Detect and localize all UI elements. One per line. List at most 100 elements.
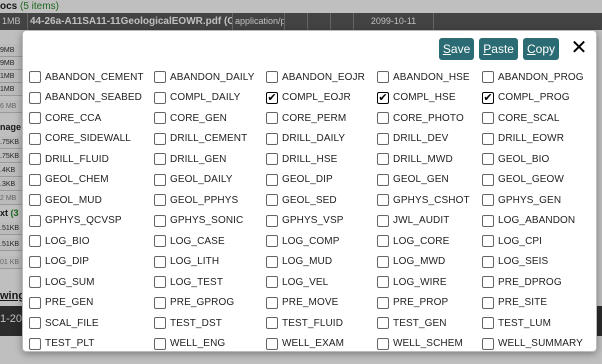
- document-type-option[interactable]: TEST_DST: [154, 313, 266, 334]
- checkbox-unchecked[interactable]: [154, 235, 166, 248]
- checkbox-unchecked[interactable]: [29, 214, 41, 227]
- document-type-option[interactable]: WELL_ENG: [154, 334, 266, 355]
- document-type-option[interactable]: GEOL_BIO: [482, 149, 587, 170]
- document-type-option[interactable]: GPHYS_QCVSP: [29, 211, 154, 232]
- document-type-option[interactable]: DRILL_MWD: [377, 149, 482, 170]
- document-type-option[interactable]: LOG_LITH: [154, 252, 266, 273]
- checkbox-unchecked[interactable]: [154, 173, 166, 186]
- checkbox-unchecked[interactable]: [266, 153, 278, 166]
- document-type-option[interactable]: LOG_COMP: [266, 231, 377, 252]
- checkbox-unchecked[interactable]: [266, 235, 278, 248]
- checkbox-unchecked[interactable]: [482, 153, 494, 166]
- checkbox-unchecked[interactable]: [154, 153, 166, 166]
- document-type-option[interactable]: DRILL_FLUID: [29, 149, 154, 170]
- document-type-option[interactable]: LOG_CASE: [154, 231, 266, 252]
- document-type-option[interactable]: LOG_SEIS: [482, 252, 587, 273]
- document-type-option[interactable]: DRILL_DAILY: [266, 129, 377, 150]
- document-type-option[interactable]: GPHYS_CSHOT: [377, 190, 482, 211]
- paste-button[interactable]: Paste: [479, 38, 518, 60]
- checkbox-unchecked[interactable]: [377, 276, 389, 289]
- document-type-option[interactable]: LOG_DIP: [29, 252, 154, 273]
- checkbox-unchecked[interactable]: [377, 255, 389, 268]
- checkbox-unchecked[interactable]: [482, 337, 494, 350]
- document-type-option[interactable]: GEOL_MUD: [29, 190, 154, 211]
- checkbox-unchecked[interactable]: [154, 132, 166, 145]
- document-type-option[interactable]: CORE_PHOTO: [377, 108, 482, 129]
- checkbox-unchecked[interactable]: [29, 112, 41, 125]
- document-type-option[interactable]: LOG_BIO: [29, 231, 154, 252]
- document-type-option[interactable]: GEOL_DIP: [266, 170, 377, 191]
- checkbox-unchecked[interactable]: [266, 214, 278, 227]
- checkbox-unchecked[interactable]: [154, 276, 166, 289]
- document-type-option[interactable]: GPHYS_SONIC: [154, 211, 266, 232]
- document-type-option[interactable]: COMPL_DAILY: [154, 88, 266, 109]
- document-type-option[interactable]: PRE_GPROG: [154, 293, 266, 314]
- checkbox-unchecked[interactable]: [377, 153, 389, 166]
- checkbox-checked[interactable]: [266, 91, 278, 104]
- checkbox-unchecked[interactable]: [266, 337, 278, 350]
- document-type-option[interactable]: PRE_MOVE: [266, 293, 377, 314]
- checkbox-unchecked[interactable]: [29, 91, 41, 104]
- checkbox-unchecked[interactable]: [266, 276, 278, 289]
- document-type-option[interactable]: LOG_CPI: [482, 231, 587, 252]
- checkbox-unchecked[interactable]: [377, 132, 389, 145]
- document-type-option[interactable]: LOG_MWD: [377, 252, 482, 273]
- copy-button[interactable]: Copy: [522, 38, 559, 60]
- document-type-option[interactable]: LOG_ABANDON: [482, 211, 587, 232]
- checkbox-unchecked[interactable]: [29, 173, 41, 186]
- checkbox-unchecked[interactable]: [154, 91, 166, 104]
- document-type-option[interactable]: CORE_SCAL: [482, 108, 587, 129]
- checkbox-unchecked[interactable]: [377, 317, 389, 330]
- checkbox-unchecked[interactable]: [154, 112, 166, 125]
- document-type-option[interactable]: ABANDON_SEABED: [29, 88, 154, 109]
- checkbox-unchecked[interactable]: [377, 235, 389, 248]
- document-type-option[interactable]: DRILL_GEN: [154, 149, 266, 170]
- checkbox-unchecked[interactable]: [377, 194, 389, 207]
- checkbox-unchecked[interactable]: [154, 296, 166, 309]
- document-type-option[interactable]: LOG_CORE: [377, 231, 482, 252]
- document-type-option[interactable]: DRILL_DEV: [377, 129, 482, 150]
- document-type-option[interactable]: GEOL_GEN: [377, 170, 482, 191]
- checkbox-unchecked[interactable]: [266, 71, 278, 84]
- checkbox-unchecked[interactable]: [266, 296, 278, 309]
- save-button[interactable]: Save: [438, 38, 475, 60]
- checkbox-unchecked[interactable]: [266, 317, 278, 330]
- checkbox-unchecked[interactable]: [154, 194, 166, 207]
- checkbox-unchecked[interactable]: [29, 276, 41, 289]
- checkbox-unchecked[interactable]: [482, 194, 494, 207]
- close-icon[interactable]: ✕: [570, 38, 588, 60]
- checkbox-unchecked[interactable]: [154, 255, 166, 268]
- document-type-option[interactable]: ABANDON_HSE: [377, 67, 482, 88]
- checkbox-checked[interactable]: [377, 91, 389, 104]
- checkbox-unchecked[interactable]: [482, 235, 494, 248]
- checkbox-unchecked[interactable]: [482, 214, 494, 227]
- document-type-option[interactable]: TEST_FLUID: [266, 313, 377, 334]
- checkbox-unchecked[interactable]: [482, 255, 494, 268]
- checkbox-unchecked[interactable]: [29, 71, 41, 84]
- checkbox-unchecked[interactable]: [154, 337, 166, 350]
- checkbox-unchecked[interactable]: [482, 173, 494, 186]
- document-type-option[interactable]: GEOL_GEOW: [482, 170, 587, 191]
- document-type-option[interactable]: JWL_AUDIT: [377, 211, 482, 232]
- checkbox-unchecked[interactable]: [377, 296, 389, 309]
- document-type-option[interactable]: TEST_GEN: [377, 313, 482, 334]
- checkbox-unchecked[interactable]: [29, 337, 41, 350]
- checkbox-unchecked[interactable]: [377, 71, 389, 84]
- document-type-option[interactable]: CORE_SIDEWALL: [29, 129, 154, 150]
- document-type-option[interactable]: PRE_PROP: [377, 293, 482, 314]
- document-type-option[interactable]: GPHYS_GEN: [482, 190, 587, 211]
- document-type-option[interactable]: GEOL_CHEM: [29, 170, 154, 191]
- checkbox-unchecked[interactable]: [377, 214, 389, 227]
- document-type-option[interactable]: ABANDON_EOJR: [266, 67, 377, 88]
- checkbox-unchecked[interactable]: [482, 112, 494, 125]
- document-type-option[interactable]: LOG_WIRE: [377, 272, 482, 293]
- document-type-option[interactable]: GEOL_PPHYS: [154, 190, 266, 211]
- document-type-option[interactable]: COMPL_PROG: [482, 88, 587, 109]
- checkbox-unchecked[interactable]: [154, 214, 166, 227]
- document-type-option[interactable]: LOG_SUM: [29, 272, 154, 293]
- document-type-option[interactable]: GEOL_SED: [266, 190, 377, 211]
- checkbox-unchecked[interactable]: [482, 132, 494, 145]
- document-type-option[interactable]: DRILL_HSE: [266, 149, 377, 170]
- document-type-option[interactable]: PRE_GEN: [29, 293, 154, 314]
- document-type-option[interactable]: COMPL_EOJR: [266, 88, 377, 109]
